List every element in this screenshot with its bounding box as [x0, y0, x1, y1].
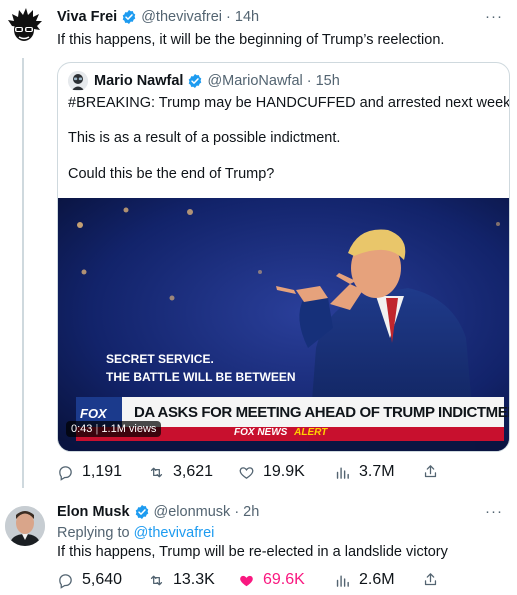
reply-icon	[59, 465, 72, 481]
reply-count: 5,640	[82, 571, 123, 588]
replying-to-handle[interactable]: @thevivafrei	[134, 525, 215, 541]
like-button[interactable]: 19.9K	[238, 463, 305, 481]
ticker-network: FOX NEWS	[234, 427, 288, 438]
ticker: FOX NEWS ALERT	[234, 427, 327, 438]
video-player[interactable]: SECRET SERVICE. THE BATTLE WILL BE BETWE…	[58, 198, 510, 451]
avatar-viva-frei[interactable]	[4, 6, 44, 46]
verified-badge-icon	[189, 74, 202, 88]
verified-badge-icon	[122, 10, 136, 24]
author-name[interactable]: Elon Musk	[57, 504, 130, 520]
tweet-header: Viva Frei @thevivafrei · 14h	[57, 9, 259, 25]
reply-button[interactable]: 5,640	[57, 571, 122, 589]
retweet-count: 13.3K	[173, 571, 215, 588]
tweet-elon-musk[interactable]: Elon Musk @elonmusk · 2h ··· Replying to…	[0, 500, 517, 595]
quote-text-line-3: Could this be the end of Trump?	[68, 166, 275, 182]
more-options-icon[interactable]: ···	[485, 8, 503, 25]
like-button[interactable]: 69.6K	[238, 571, 305, 589]
retweet-count: 3,621	[173, 463, 214, 480]
thread-line	[22, 58, 24, 488]
verified-badge-icon	[135, 505, 148, 519]
views-count: 2.6M	[359, 571, 395, 588]
share-icon	[424, 573, 437, 586]
reply-count: 1,191	[82, 463, 123, 480]
video-stats: 0:43 | 1.1M views	[66, 421, 162, 437]
views-chart-icon	[336, 575, 349, 587]
share-button[interactable]	[422, 463, 439, 480]
heart-filled-icon	[240, 575, 253, 586]
author-handle-time[interactable]: @elonmusk · 2h	[154, 504, 260, 520]
share-icon	[424, 465, 437, 478]
ticker-alert: ALERT	[294, 427, 328, 438]
quote-text-line-2: This is as a result of a possible indict…	[68, 130, 341, 146]
retweet-icon	[150, 467, 163, 477]
quote-author-handle-time[interactable]: @MarioNawfal · 15h	[207, 73, 339, 89]
video-views: 1.1M views	[101, 423, 157, 435]
quoted-tweet[interactable]: Mario Nawfal @MarioNawfal · 15h #BREAKIN…	[57, 62, 510, 452]
share-button[interactable]	[422, 571, 439, 588]
replying-to-label: Replying to	[57, 525, 134, 541]
like-count: 69.6K	[263, 571, 305, 588]
avatar-mario-nawfal[interactable]	[68, 71, 88, 91]
author-name[interactable]: Viva Frei	[57, 9, 117, 25]
tweet-text: If this happens, it will be the beginnin…	[57, 32, 445, 48]
video-caption-line-1: SECRET SERVICE.	[106, 352, 214, 366]
avatar-elon-musk[interactable]	[5, 506, 45, 546]
tweet-text: If this happens, Trump will be re-electe…	[57, 544, 448, 560]
like-count: 19.9K	[263, 463, 305, 480]
reply-button[interactable]: 1,191	[57, 463, 122, 481]
video-caption-line-2: THE BATTLE WILL BE BETWEEN	[106, 370, 296, 384]
views-chart-icon	[336, 467, 349, 479]
views-count: 3.7M	[359, 463, 395, 480]
video-headline: DA ASKS FOR MEETING AHEAD OF TRUMP INDIC…	[134, 404, 510, 421]
more-options-icon[interactable]: ···	[485, 503, 503, 520]
heart-icon	[239, 466, 254, 479]
tweet-header: Elon Musk @elonmusk · 2h	[57, 504, 259, 520]
quote-author-name[interactable]: Mario Nawfal	[94, 73, 183, 89]
quote-text-line-1: #BREAKING: Trump may be HANDCUFFED and a…	[68, 95, 510, 111]
tweet-viva-frei[interactable]: Viva Frei @thevivafrei · 14h ··· If this…	[0, 0, 517, 500]
replying-to: Replying to @thevivafrei	[57, 525, 214, 541]
retweet-button[interactable]: 13.3K	[148, 571, 215, 589]
video-duration: 0:43	[71, 423, 93, 435]
views-button[interactable]: 3.7M	[334, 463, 395, 481]
reply-icon	[59, 573, 72, 589]
quote-header: Mario Nawfal @MarioNawfal · 15h	[94, 73, 340, 89]
views-button[interactable]: 2.6M	[334, 571, 395, 589]
retweet-button[interactable]: 3,621	[148, 463, 213, 481]
fox-logo: FOX	[80, 406, 107, 421]
retweet-icon	[150, 575, 163, 585]
author-handle-time[interactable]: @thevivafrei · 14h	[141, 9, 259, 25]
